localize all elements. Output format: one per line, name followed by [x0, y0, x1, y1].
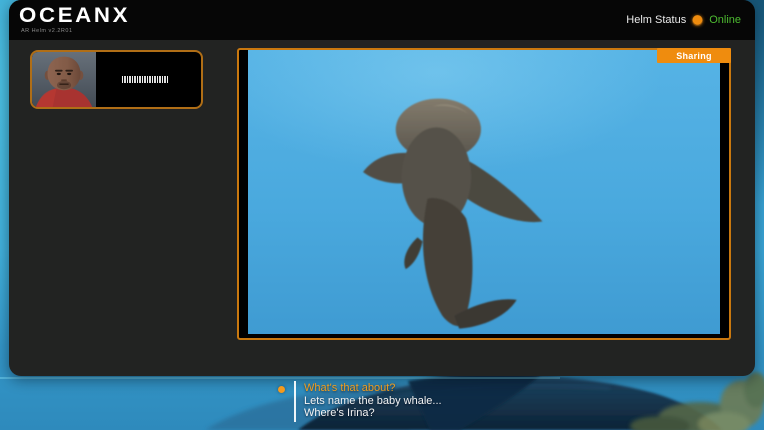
whales-illustration: [248, 50, 720, 334]
sharing-badge: Sharing: [657, 48, 731, 63]
game-screen: OCEANX AR Helm v2.2R01 Helm Status Onlin…: [0, 0, 764, 430]
oceanx-logo: OCEANX: [19, 4, 130, 28]
helm-status-label: Helm Status: [626, 14, 686, 26]
helm-version-label: AR Helm v2.2R01: [21, 28, 73, 34]
dialogue-option-3[interactable]: Where's Irina?: [304, 407, 442, 420]
caller-portrait: [32, 52, 96, 107]
helm-panel: OCEANX AR Helm v2.2R01 Helm Status Onlin…: [9, 0, 755, 376]
helm-status-value: Online: [709, 14, 741, 26]
selected-option-bullet-icon: [278, 386, 285, 393]
caller-video-tile: [30, 50, 203, 109]
shared-whale-video: [248, 50, 720, 334]
dialogue-option-list: What's that about? Lets name the baby wh…: [294, 381, 442, 422]
helm-status: Helm Status Online: [626, 0, 741, 40]
caller-name-barcode: [122, 76, 168, 83]
water-light-line: [0, 377, 560, 379]
dialogue-option-2[interactable]: Lets name the baby whale...: [304, 395, 442, 408]
top-bar: OCEANX AR Helm v2.2R01 Helm Status Onlin…: [9, 0, 755, 40]
helm-status-dot-icon: [692, 15, 703, 26]
dialogue-option-1[interactable]: What's that about?: [304, 382, 442, 395]
dialogue-choices: What's that about? Lets name the baby wh…: [278, 381, 442, 422]
shared-video-frame: Sharing: [237, 48, 731, 340]
